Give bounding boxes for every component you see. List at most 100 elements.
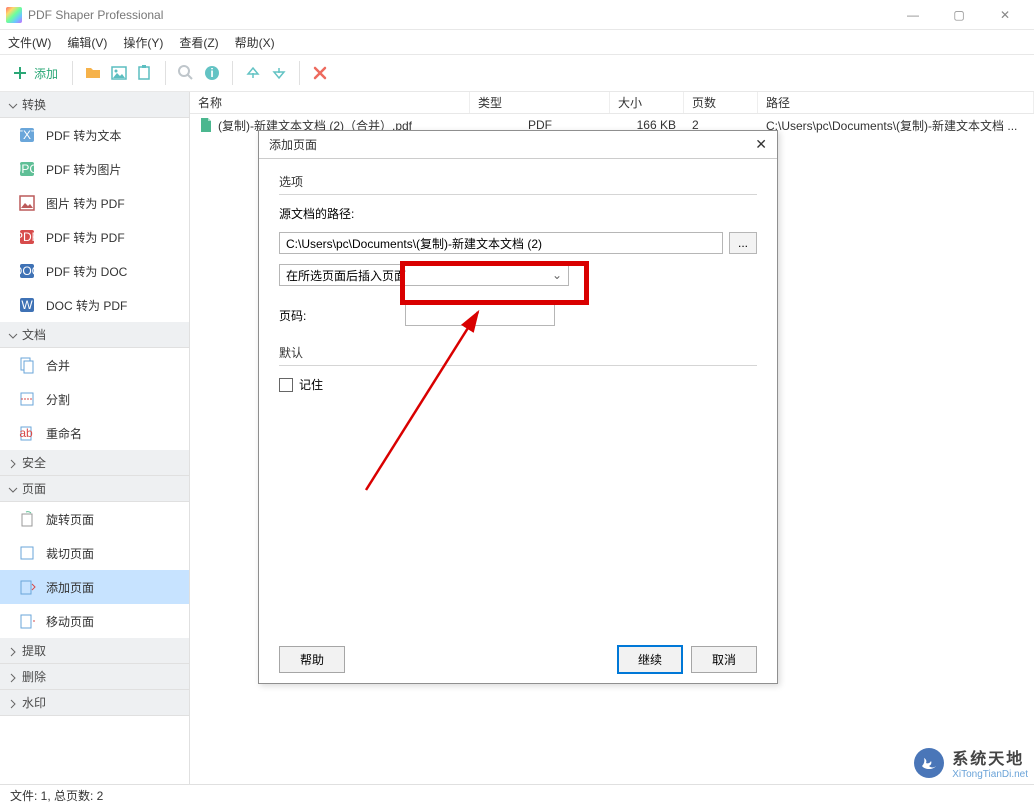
sidebar-item-label: PDF 转为图片 bbox=[46, 161, 121, 178]
pdf-file-icon bbox=[198, 117, 214, 133]
window-controls: — ▢ ✕ bbox=[890, 0, 1028, 30]
dialog-title: 添加页面 bbox=[269, 136, 317, 153]
group-delete[interactable]: 删除 bbox=[0, 664, 189, 690]
sidebar-item-pdf-to-pdf[interactable]: PDFPDF 转为 PDF bbox=[0, 220, 189, 254]
menu-edit[interactable]: 编辑(V) bbox=[67, 34, 107, 51]
txt-icon: TXT bbox=[18, 126, 36, 144]
menu-help[interactable]: 帮助(X) bbox=[235, 34, 275, 51]
source-path-input[interactable] bbox=[279, 232, 723, 254]
column-size[interactable]: 大小 bbox=[610, 92, 684, 113]
menu-file[interactable]: 文件(W) bbox=[8, 34, 51, 51]
split-icon bbox=[18, 390, 36, 408]
close-button[interactable]: ✕ bbox=[982, 0, 1028, 30]
watermark-line2: XiTongTianDi.net bbox=[952, 769, 1028, 780]
sidebar-item-image-to-pdf[interactable]: 图片 转为 PDF bbox=[0, 186, 189, 220]
sidebar-item-merge[interactable]: 合并 bbox=[0, 348, 189, 382]
image-icon bbox=[18, 194, 36, 212]
list-header: 名称 类型 大小 页数 路径 bbox=[190, 92, 1034, 114]
image-button[interactable] bbox=[109, 63, 129, 83]
help-button[interactable]: 帮助 bbox=[279, 646, 345, 673]
options-fieldset: 源文档的路径: ... 在所选页面后插入页面 ⌄ 页码: bbox=[279, 194, 757, 326]
sidebar-item-label: PDF 转为 DOC bbox=[46, 263, 127, 280]
sidebar-item-move-page[interactable]: 移动页面 bbox=[0, 604, 189, 638]
word-icon: W bbox=[18, 296, 36, 314]
group-convert[interactable]: 转换 bbox=[0, 92, 189, 118]
sidebar-item-label: PDF 转为文本 bbox=[46, 127, 121, 144]
group-label: 转换 bbox=[22, 96, 46, 113]
down-button[interactable] bbox=[269, 63, 289, 83]
menu-action[interactable]: 操作(Y) bbox=[123, 34, 163, 51]
column-path[interactable]: 路径 bbox=[758, 92, 1034, 113]
search-button[interactable] bbox=[176, 63, 196, 83]
column-pages[interactable]: 页数 bbox=[684, 92, 758, 113]
sidebar-item-rotate[interactable]: 旋转页面 bbox=[0, 502, 189, 536]
separator bbox=[232, 61, 233, 85]
sidebar-item-pdf-to-doc[interactable]: DOC PDF 转为 DOC bbox=[0, 254, 189, 288]
sidebar-item-doc-to-pdf[interactable]: WDOC 转为 PDF bbox=[0, 288, 189, 322]
up-button[interactable] bbox=[243, 63, 263, 83]
menu-view[interactable]: 查看(Z) bbox=[179, 34, 218, 51]
minimize-button[interactable]: — bbox=[890, 0, 936, 30]
sidebar: 转换 TXT PDF 转为文本 JPG PDF 转为图片 图片 转为 PDF PDF… bbox=[0, 92, 190, 784]
svg-text:DOC: DOC bbox=[18, 264, 36, 278]
source-path-label: 源文档的路径: bbox=[279, 205, 354, 222]
dialog-footer: 帮助 继续 取消 bbox=[259, 641, 777, 683]
svg-text:PDF: PDF bbox=[18, 230, 36, 244]
jpg-icon: JPG bbox=[18, 160, 36, 178]
group-watermark[interactable]: 水印 bbox=[0, 690, 189, 716]
sidebar-item-split[interactable]: 分割 bbox=[0, 382, 189, 416]
folder-button[interactable] bbox=[83, 63, 103, 83]
svg-text:TXT: TXT bbox=[18, 128, 36, 142]
group-label: 删除 bbox=[22, 668, 46, 685]
paste-button[interactable] bbox=[135, 63, 155, 83]
dialog-close-button[interactable]: ✕ bbox=[755, 136, 767, 153]
column-name[interactable]: 名称 bbox=[190, 92, 470, 113]
chevron-right-icon bbox=[8, 698, 18, 708]
app-logo-icon bbox=[6, 7, 22, 23]
maximize-button[interactable]: ▢ bbox=[936, 0, 982, 30]
browse-button[interactable]: ... bbox=[729, 232, 757, 254]
insert-mode-select[interactable]: 在所选页面后插入页面 ⌄ bbox=[279, 264, 569, 286]
sidebar-item-add-page[interactable]: 添加页面 bbox=[0, 570, 189, 604]
sidebar-item-rename[interactable]: ab重命名 bbox=[0, 416, 189, 450]
sidebar-item-pdf-to-text[interactable]: TXT PDF 转为文本 bbox=[0, 118, 189, 152]
defaults-fieldset: 记住 bbox=[279, 365, 757, 393]
sidebar-item-crop[interactable]: 裁切页面 bbox=[0, 536, 189, 570]
row-path: C:\Users\pc\Documents\(复制)-新建文本文档 ... bbox=[758, 117, 1034, 134]
group-pages[interactable]: 页面 bbox=[0, 476, 189, 502]
group-label: 页面 bbox=[22, 480, 46, 497]
watermark: 系统天地 XiTongTianDi.net bbox=[912, 745, 1028, 780]
page-number-input[interactable] bbox=[405, 304, 555, 326]
separator bbox=[165, 61, 166, 85]
window-title: PDF Shaper Professional bbox=[28, 8, 163, 22]
remember-label: 记住 bbox=[299, 376, 323, 393]
column-type[interactable]: 类型 bbox=[470, 92, 610, 113]
rotate-icon bbox=[18, 510, 36, 528]
info-button[interactable]: i bbox=[202, 63, 222, 83]
toolbar: 添加 i bbox=[0, 54, 1034, 92]
rename-icon: ab bbox=[18, 424, 36, 442]
group-extract[interactable]: 提取 bbox=[0, 638, 189, 664]
menubar: 文件(W) 编辑(V) 操作(Y) 查看(Z) 帮助(X) bbox=[0, 30, 1034, 54]
sidebar-item-pdf-to-image[interactable]: JPG PDF 转为图片 bbox=[0, 152, 189, 186]
page-number-label: 页码: bbox=[279, 307, 399, 324]
pdf-icon: PDF bbox=[18, 228, 36, 246]
sidebar-item-label: 分割 bbox=[46, 391, 70, 408]
titlebar: PDF Shaper Professional — ▢ ✕ bbox=[0, 0, 1034, 30]
add-button[interactable]: 添加 bbox=[8, 63, 62, 84]
plus-icon bbox=[12, 65, 28, 81]
sidebar-item-label: 移动页面 bbox=[46, 613, 94, 630]
sidebar-item-label: 图片 转为 PDF bbox=[46, 195, 125, 212]
remove-button[interactable] bbox=[310, 63, 330, 83]
sidebar-item-label: 旋转页面 bbox=[46, 511, 94, 528]
group-label: 文档 bbox=[22, 326, 46, 343]
group-security[interactable]: 安全 bbox=[0, 450, 189, 476]
remember-checkbox[interactable] bbox=[279, 378, 293, 392]
group-document[interactable]: 文档 bbox=[0, 322, 189, 348]
group-label: 提取 bbox=[22, 642, 46, 659]
defaults-label: 默认 bbox=[279, 344, 757, 361]
separator bbox=[299, 61, 300, 85]
continue-button[interactable]: 继续 bbox=[617, 645, 683, 674]
sidebar-item-label: 裁切页面 bbox=[46, 545, 94, 562]
cancel-button[interactable]: 取消 bbox=[691, 646, 757, 673]
